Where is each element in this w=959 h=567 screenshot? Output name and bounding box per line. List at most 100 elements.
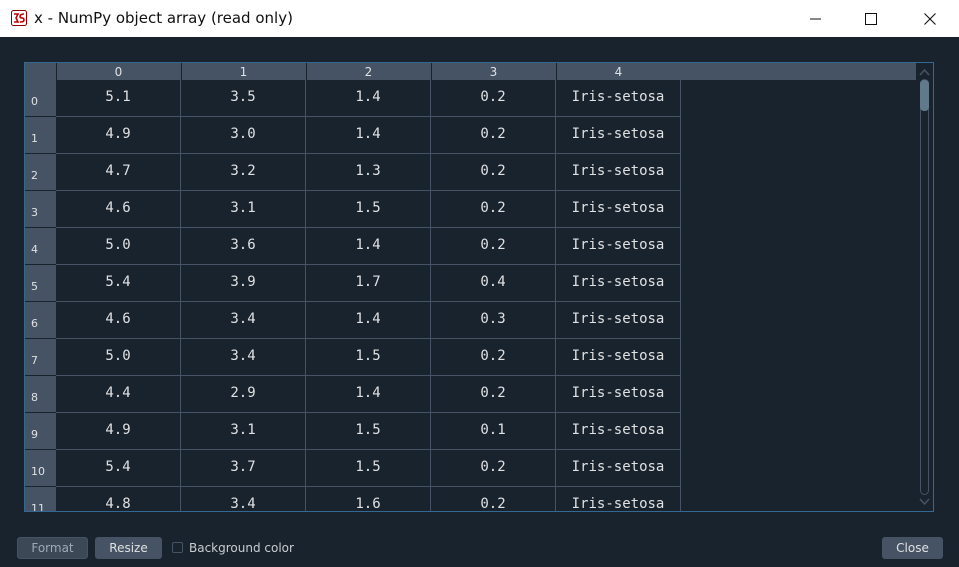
table-row[interactable]: 2 4.7 3.2 1.3 0.2 Iris-setosa bbox=[25, 154, 681, 191]
row-header[interactable]: 0 bbox=[25, 80, 56, 116]
scroll-handle[interactable] bbox=[920, 80, 929, 111]
close-window-button[interactable] bbox=[901, 0, 959, 37]
table-row[interactable]: 4 5.0 3.6 1.4 0.2 Iris-setosa bbox=[25, 228, 681, 265]
table-cell[interactable]: 1.4 bbox=[306, 80, 431, 117]
row-header[interactable]: 6 bbox=[25, 302, 56, 338]
table-cell[interactable]: 0.4 bbox=[431, 265, 556, 302]
table-row[interactable]: 7 5.0 3.4 1.5 0.2 Iris-setosa bbox=[25, 339, 681, 376]
table-cell[interactable]: 0.2 bbox=[431, 80, 556, 117]
table-cell[interactable]: 0.2 bbox=[431, 191, 556, 228]
row-header[interactable]: 4 bbox=[25, 228, 56, 264]
table-row[interactable]: 6 4.6 3.4 1.4 0.3 Iris-setosa bbox=[25, 302, 681, 339]
table-cell[interactable]: Iris-setosa bbox=[556, 117, 681, 154]
table-cell[interactable]: Iris-setosa bbox=[556, 302, 681, 339]
column-header-3[interactable]: 3 bbox=[431, 63, 555, 80]
table-row[interactable]: 10 5.4 3.7 1.5 0.2 Iris-setosa bbox=[25, 450, 681, 487]
close-button[interactable]: Close bbox=[882, 537, 943, 559]
table-cell[interactable]: 0.2 bbox=[431, 450, 556, 487]
table-cell[interactable]: 3.6 bbox=[181, 228, 306, 265]
table-cell[interactable]: 1.5 bbox=[306, 450, 431, 487]
table-cell[interactable]: 0.2 bbox=[431, 339, 556, 376]
row-header[interactable]: 9 bbox=[25, 413, 56, 449]
vertical-scrollbar[interactable] bbox=[916, 63, 933, 511]
table-row[interactable]: 3 4.6 3.1 1.5 0.2 Iris-setosa bbox=[25, 191, 681, 228]
table-cell[interactable]: 0.1 bbox=[431, 413, 556, 450]
table-cell[interactable]: 4.6 bbox=[56, 302, 181, 339]
table-cell[interactable]: 3.1 bbox=[181, 191, 306, 228]
table-cell[interactable]: 1.4 bbox=[306, 228, 431, 265]
table-cell[interactable]: 4.9 bbox=[56, 117, 181, 154]
array-table[interactable]: 0 1 2 3 4 0 5.1 3.5 1.4 0.2 Iris-setosa 1 4.9 3.… bbox=[24, 62, 934, 512]
background-color-checkbox[interactable] bbox=[172, 542, 183, 553]
minimize-button[interactable] bbox=[787, 0, 845, 37]
table-cell[interactable]: Iris-setosa bbox=[556, 265, 681, 302]
scroll-down-arrow-icon[interactable] bbox=[919, 498, 930, 506]
table-cell[interactable]: Iris-setosa bbox=[556, 154, 681, 191]
table-cell[interactable]: 1.4 bbox=[306, 302, 431, 339]
table-row[interactable]: 1 4.9 3.0 1.4 0.2 Iris-setosa bbox=[25, 117, 681, 154]
resize-button[interactable]: Resize bbox=[95, 537, 162, 559]
row-header[interactable]: 1 bbox=[25, 117, 56, 153]
table-cell[interactable]: 1.5 bbox=[306, 413, 431, 450]
scroll-up-arrow-icon[interactable] bbox=[919, 68, 930, 76]
table-cell[interactable]: 0.2 bbox=[431, 117, 556, 154]
table-cell[interactable]: 3.4 bbox=[181, 302, 306, 339]
table-cell[interactable]: 5.0 bbox=[56, 339, 181, 376]
table-cell[interactable]: 1.7 bbox=[306, 265, 431, 302]
column-header-0[interactable]: 0 bbox=[56, 63, 180, 80]
table-cell[interactable]: 1.4 bbox=[306, 117, 431, 154]
table-cell[interactable]: 5.4 bbox=[56, 265, 181, 302]
table-cell[interactable]: 4.7 bbox=[56, 154, 181, 191]
table-cell[interactable]: 4.4 bbox=[56, 376, 181, 413]
table-cell[interactable]: 0.3 bbox=[431, 302, 556, 339]
table-cell[interactable]: 4.9 bbox=[56, 413, 181, 450]
row-header[interactable]: 2 bbox=[25, 154, 56, 190]
table-cell[interactable]: Iris-setosa bbox=[556, 228, 681, 265]
table-cell[interactable]: Iris-setosa bbox=[556, 376, 681, 413]
table-cell[interactable]: 3.5 bbox=[181, 80, 306, 117]
table-cell[interactable]: 5.4 bbox=[56, 450, 181, 487]
format-button[interactable]: Format bbox=[17, 537, 88, 559]
table-cell[interactable]: 3.4 bbox=[181, 487, 306, 511]
table-row[interactable]: 5 5.4 3.9 1.7 0.4 Iris-setosa bbox=[25, 265, 681, 302]
table-cell[interactable]: 1.4 bbox=[306, 376, 431, 413]
table-cell[interactable]: Iris-setosa bbox=[556, 191, 681, 228]
column-header-1[interactable]: 1 bbox=[181, 63, 305, 80]
table-cell[interactable]: 1.3 bbox=[306, 154, 431, 191]
table-cell[interactable]: 0.2 bbox=[431, 376, 556, 413]
table-cell[interactable]: Iris-setosa bbox=[556, 413, 681, 450]
row-header[interactable]: 3 bbox=[25, 191, 56, 227]
table-cell[interactable]: 5.1 bbox=[56, 80, 181, 117]
table-row[interactable]: 8 4.4 2.9 1.4 0.2 Iris-setosa bbox=[25, 376, 681, 413]
table-cell[interactable]: Iris-setosa bbox=[556, 487, 681, 511]
table-cell[interactable]: 0.2 bbox=[431, 487, 556, 511]
column-header-4[interactable]: 4 bbox=[556, 63, 680, 80]
row-header[interactable]: 7 bbox=[25, 339, 56, 375]
column-header-2[interactable]: 2 bbox=[306, 63, 430, 80]
table-cell[interactable]: 5.0 bbox=[56, 228, 181, 265]
table-cell[interactable]: 3.7 bbox=[181, 450, 306, 487]
table-cell[interactable]: 0.2 bbox=[431, 154, 556, 191]
row-header[interactable]: 10 bbox=[25, 450, 56, 486]
row-header[interactable]: 8 bbox=[25, 376, 56, 412]
row-header[interactable]: 5 bbox=[25, 265, 56, 301]
table-cell[interactable]: 4.8 bbox=[56, 487, 181, 511]
table-cell[interactable]: 3.9 bbox=[181, 265, 306, 302]
table-cell[interactable]: 0.2 bbox=[431, 228, 556, 265]
table-cell[interactable]: 3.1 bbox=[181, 413, 306, 450]
table-cell[interactable]: 1.5 bbox=[306, 191, 431, 228]
table-cell[interactable]: Iris-setosa bbox=[556, 450, 681, 487]
table-cell[interactable]: 1.5 bbox=[306, 339, 431, 376]
row-header[interactable]: 11 bbox=[25, 487, 56, 511]
table-cell[interactable]: 1.6 bbox=[306, 487, 431, 511]
table-row[interactable]: 0 5.1 3.5 1.4 0.2 Iris-setosa bbox=[25, 80, 681, 117]
table-row[interactable]: 11 4.8 3.4 1.6 0.2 Iris-setosa bbox=[25, 487, 681, 511]
table-corner[interactable] bbox=[25, 63, 56, 80]
table-cell[interactable]: 3.0 bbox=[181, 117, 306, 154]
table-cell[interactable]: 4.6 bbox=[56, 191, 181, 228]
table-cell[interactable]: 2.9 bbox=[181, 376, 306, 413]
table-cell[interactable]: 3.4 bbox=[181, 339, 306, 376]
table-cell[interactable]: Iris-setosa bbox=[556, 80, 681, 117]
table-cell[interactable]: 3.2 bbox=[181, 154, 306, 191]
scroll-track[interactable] bbox=[920, 79, 929, 495]
